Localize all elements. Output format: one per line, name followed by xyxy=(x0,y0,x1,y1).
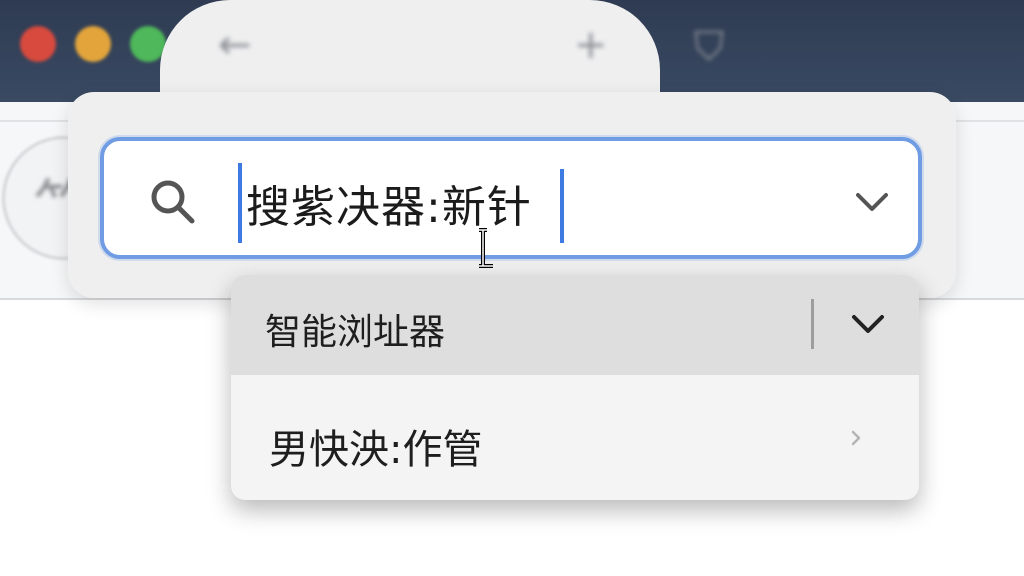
close-window-button[interactable] xyxy=(20,26,56,62)
minimize-window-button[interactable] xyxy=(75,26,111,62)
menu-item-shortcut[interactable]: 男快泱:作管 xyxy=(231,375,919,500)
shield-icon[interactable]: ⛉ xyxy=(694,24,724,70)
search-icon xyxy=(151,180,195,224)
menu-item-label: 男快泱:作管 xyxy=(269,427,483,473)
back-arrow-icon[interactable]: ← xyxy=(218,22,252,68)
selection-caret-end xyxy=(560,169,564,243)
chevron-right-icon xyxy=(851,430,861,446)
chevron-down-icon[interactable] xyxy=(849,309,887,339)
selection-caret-start xyxy=(238,163,242,243)
menu-item-smart-browser[interactable]: 智能浏址器 xyxy=(231,275,919,375)
new-tab-plus-icon[interactable]: + xyxy=(574,22,608,68)
text-cursor-icon xyxy=(479,228,493,268)
search-input[interactable]: 搜紫决器:新针 xyxy=(100,137,922,259)
suggestion-menu: 智能浏址器 男快泱:作管 xyxy=(231,275,919,500)
chevron-down-icon[interactable] xyxy=(852,185,892,217)
menu-split-divider xyxy=(811,299,814,349)
menu-item-label: 智能浏址器 xyxy=(265,312,446,353)
